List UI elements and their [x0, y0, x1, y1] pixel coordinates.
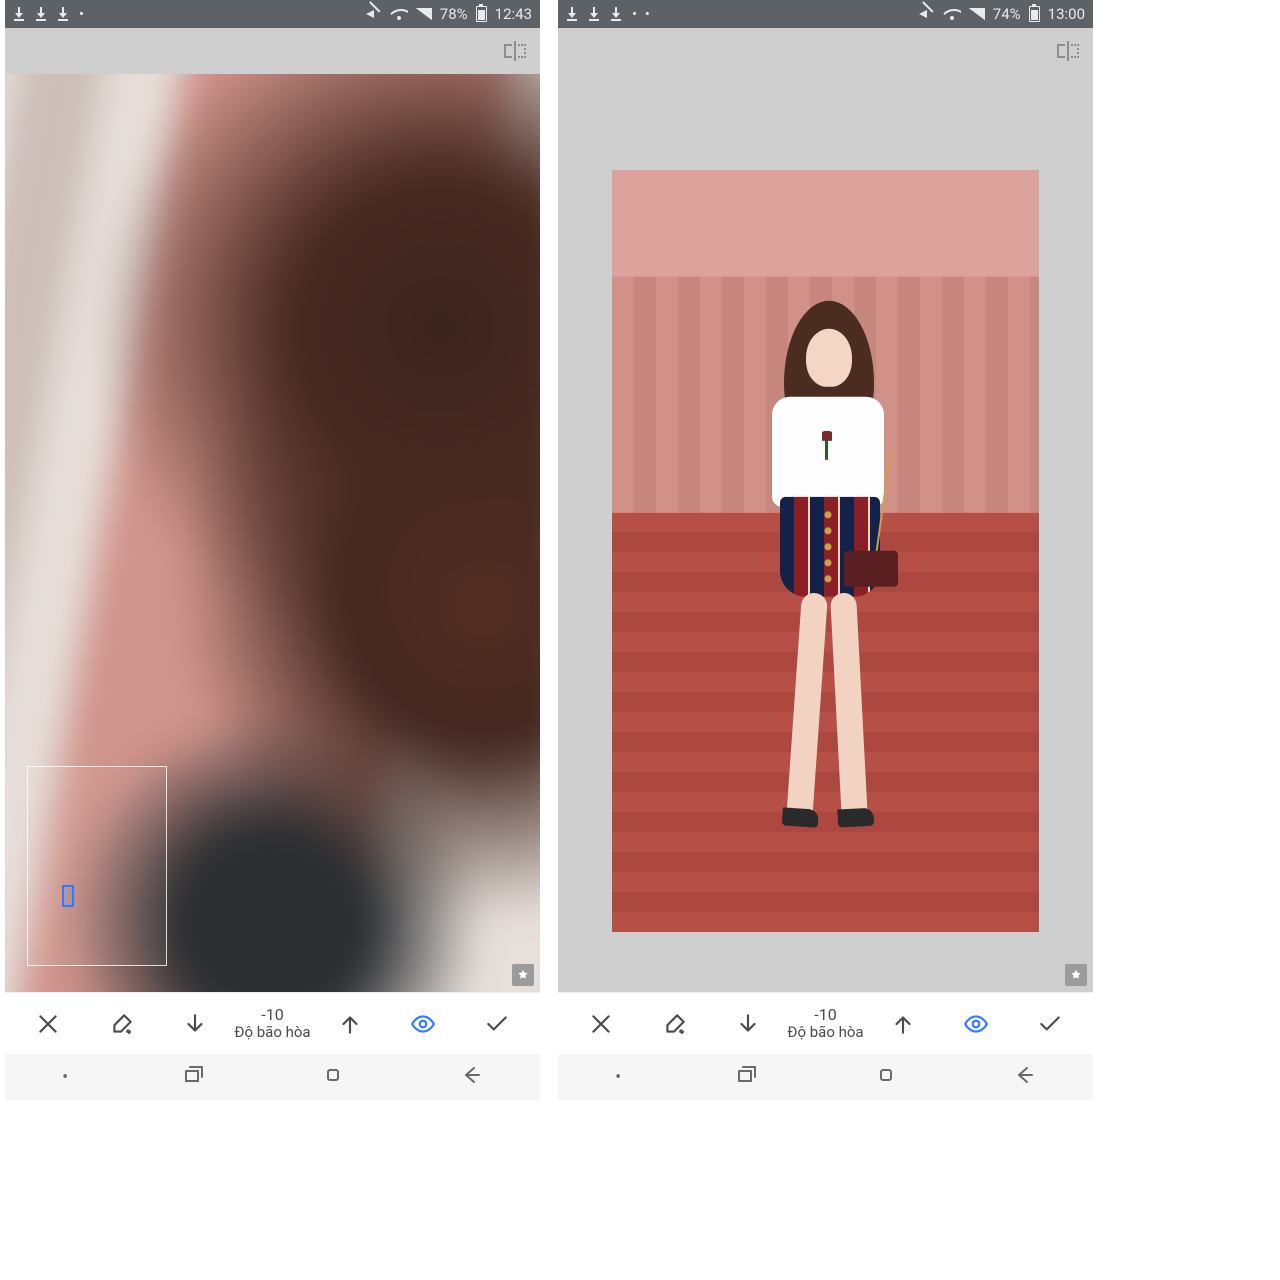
navigator-overlay[interactable] [27, 766, 167, 966]
brush-settings-button[interactable] [99, 1001, 145, 1047]
editor-canvas[interactable] [558, 74, 1093, 992]
increase-button[interactable] [880, 1001, 926, 1047]
phone-left: 78% 12:43 [5, 0, 540, 1100]
confirm-button[interactable] [474, 1001, 520, 1047]
download-icon [57, 7, 69, 21]
back-button[interactable] [1012, 1063, 1036, 1091]
back-button[interactable] [459, 1063, 483, 1091]
more-dot-icon [79, 5, 84, 23]
download-icon [588, 7, 600, 21]
adjust-label: Độ bão hòa [234, 1024, 310, 1041]
adjust-group: -10 Độ bão hòa [172, 1001, 372, 1047]
adjust-readout[interactable]: -10 Độ bão hòa [234, 1006, 310, 1040]
mute-icon [366, 7, 382, 21]
adjust-group: -10 Độ bão hòa [725, 1001, 925, 1047]
visibility-toggle[interactable] [953, 1001, 999, 1047]
system-navbar [5, 1054, 540, 1100]
wifi-icon [943, 7, 961, 21]
battery-icon [1029, 6, 1040, 22]
mirror-icon[interactable] [1057, 41, 1079, 61]
home-button[interactable] [874, 1063, 898, 1091]
confirm-button[interactable] [1027, 1001, 1073, 1047]
battery-icon [476, 6, 487, 22]
download-icon [35, 7, 47, 21]
clock: 13:00 [1048, 5, 1085, 23]
download-icon [610, 7, 622, 21]
adjust-value: -10 [234, 1006, 310, 1024]
bookmark-star-icon[interactable] [1065, 964, 1087, 986]
photo-frame [612, 170, 1039, 932]
editor-canvas[interactable] [5, 74, 540, 992]
wifi-icon [390, 7, 408, 21]
mirror-icon[interactable] [504, 41, 526, 61]
battery-percent: 78% [440, 5, 468, 23]
battery-percent: 74% [993, 5, 1021, 23]
status-bar: 74% 13:00 [558, 0, 1093, 28]
decrease-button[interactable] [172, 1001, 218, 1047]
system-navbar [558, 1054, 1093, 1100]
editor-topbar [5, 28, 540, 74]
close-button[interactable] [25, 1001, 71, 1047]
visibility-toggle[interactable] [400, 1001, 446, 1047]
download-icon [566, 7, 578, 21]
adjust-label: Độ bão hòa [787, 1024, 863, 1041]
mute-icon [919, 7, 935, 21]
nav-assistant-icon[interactable] [615, 1067, 621, 1088]
nav-assistant-icon[interactable] [62, 1067, 68, 1088]
editor-toolbar: -10 Độ bão hòa [5, 992, 540, 1054]
recents-button[interactable] [735, 1063, 759, 1091]
editor-toolbar: -10 Độ bão hòa [558, 992, 1093, 1054]
brush-settings-button[interactable] [652, 1001, 698, 1047]
clock: 12:43 [495, 5, 532, 23]
bookmark-star-icon[interactable] [512, 964, 534, 986]
more-dots-icon [632, 5, 652, 23]
signal-icon [969, 8, 985, 20]
home-button[interactable] [321, 1063, 345, 1091]
increase-button[interactable] [327, 1001, 373, 1047]
download-icon [13, 7, 25, 21]
recents-button[interactable] [182, 1063, 206, 1091]
decrease-button[interactable] [725, 1001, 771, 1047]
navigator-viewport[interactable] [62, 885, 74, 907]
photo-subject [736, 301, 916, 861]
close-button[interactable] [578, 1001, 624, 1047]
adjust-value: -10 [787, 1006, 863, 1024]
status-bar: 78% 12:43 [5, 0, 540, 28]
adjust-readout[interactable]: -10 Độ bão hòa [787, 1006, 863, 1040]
signal-icon [416, 8, 432, 20]
editor-topbar [558, 28, 1093, 74]
phone-right: 74% 13:00 [558, 0, 1093, 1100]
